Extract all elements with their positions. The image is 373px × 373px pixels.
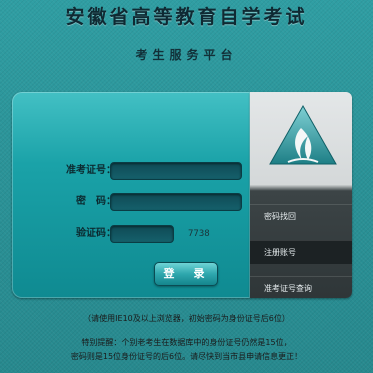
- notice-browser: （请使用IE10及以上浏览器，初始密码为身份证号后6位）: [83, 314, 290, 323]
- ticket-row: 准考证号：: [12, 161, 250, 181]
- captcha-input[interactable]: [110, 225, 174, 243]
- menu-register-account[interactable]: 注册账号: [250, 240, 352, 264]
- menu-ticket-query[interactable]: 准考证号查询: [250, 276, 352, 298]
- captcha-row: 验证码： 7738: [12, 224, 250, 244]
- password-input[interactable]: [110, 193, 242, 211]
- login-panel: 准考证号： 密 码： 验证码： 7738 登 录: [12, 92, 250, 298]
- ticket-number-input[interactable]: [110, 162, 242, 180]
- notice-warning-1: 特别提醒：个别老考生在数据库中的身份证号仍然是15位，: [81, 338, 292, 347]
- login-button[interactable]: 登 录: [154, 262, 218, 286]
- side-panel: 密码找回 注册账号 准考证号查询: [250, 92, 352, 298]
- captcha-label: 验证码：: [76, 228, 116, 239]
- ticket-label: 准考证号：: [66, 165, 116, 176]
- captcha-code[interactable]: 7738: [188, 224, 210, 244]
- site-title: 安徽省高等教育自学考试: [65, 6, 308, 28]
- menu-password-recovery[interactable]: 密码找回: [250, 204, 352, 228]
- platform-title: 考生服务平台: [135, 48, 238, 62]
- password-label: 密 码：: [76, 196, 116, 207]
- password-row: 密 码：: [12, 192, 250, 212]
- exam-logo-icon: [269, 104, 337, 165]
- notice-warning-2: 密码则是15位身份证号的后6位。请尽快到当市县申请信息更正！: [70, 352, 303, 361]
